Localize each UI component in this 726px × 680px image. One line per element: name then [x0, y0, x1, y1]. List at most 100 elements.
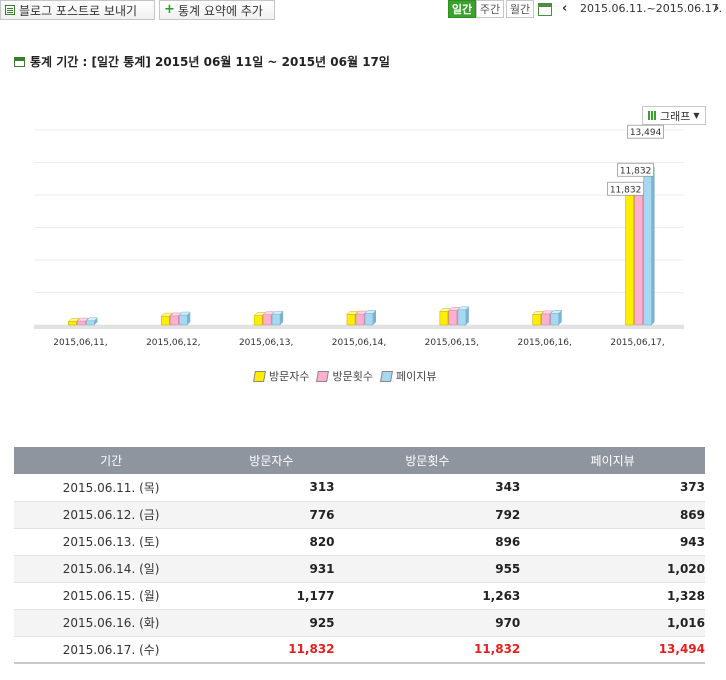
cell-visits: 970 [334, 609, 521, 637]
document-icon [5, 5, 15, 15]
bar [178, 311, 191, 326]
bar-front [160, 315, 170, 326]
stats-table: 기간 방문자수 방문횟수 페이지뷰 2015.06.11. (목) 313 343 3… [14, 447, 705, 664]
chart-floor [34, 325, 684, 329]
table-row: 2015.06.16. (화) 925 970 1,016 [14, 609, 705, 637]
x-tick-label: 2015,06,16, [518, 338, 572, 348]
bar-front [541, 313, 551, 326]
bar-side [651, 167, 655, 325]
toolbar: 블로그 포스트로 보내기 + 통계 요약에 추가 일간 주간 월간 ‹ 2015… [0, 0, 726, 22]
header-visitors: 방문자수 [208, 447, 335, 474]
bar-front [364, 313, 374, 326]
bar-front [457, 309, 467, 326]
bar-front [550, 313, 560, 326]
x-tick-label: 2015,06,12, [146, 338, 200, 348]
cell-visitors: 820 [208, 528, 335, 556]
calendar-icon[interactable] [538, 3, 552, 16]
table-row: 2015.06.11. (목) 313 343 373 [14, 474, 705, 502]
cell-visitors: 11,832 [208, 636, 335, 664]
header-pageviews: 페이지뷰 [520, 447, 705, 474]
cell-pageviews: 1,328 [520, 582, 705, 610]
bar-front [439, 311, 449, 326]
cell-pageviews: 1,016 [520, 609, 705, 637]
cell-date: 2015.06.14. (일) [14, 555, 209, 583]
send-to-blog-button[interactable]: 블로그 포스트로 보내기 [0, 0, 155, 20]
bar-front [253, 315, 263, 326]
bar-front [625, 188, 634, 326]
bar [271, 310, 284, 326]
bar [85, 317, 99, 326]
tab-monthly[interactable]: 월간 [506, 0, 534, 18]
bar-front [68, 321, 77, 326]
cell-visitors: 313 [208, 474, 335, 502]
cell-date: 2015.06.17. (수) [14, 636, 209, 664]
cell-visitors: 925 [208, 609, 335, 637]
legend-item-visits: 방문횟수 [316, 368, 373, 384]
x-tick-label: 2015,06,14, [332, 338, 386, 348]
tab-daily[interactable]: 일간 [448, 0, 476, 18]
x-tick-label: 2015,06,15, [425, 338, 479, 348]
cell-visits: 343 [334, 474, 521, 502]
stat-period-title: 통계 기간 : [일간 통계] 2015년 06월 11일 ~ 2015년 06… [14, 53, 390, 70]
bar-front [346, 314, 356, 326]
stat-period-text: 통계 기간 : [일간 통계] 2015년 06월 11일 ~ 2015년 06… [30, 55, 390, 69]
cell-visits: 1,263 [334, 582, 521, 610]
bar-front [271, 313, 281, 326]
cell-visits: 955 [334, 555, 521, 583]
legend-label-visitors: 방문자수 [269, 370, 310, 383]
legend-swatch-pageviews [379, 370, 393, 382]
legend-swatch-visits [316, 370, 330, 382]
bar-front [532, 314, 542, 326]
add-to-summary-label: 통계 요약에 추가 [178, 3, 263, 18]
legend-item-pageviews: 페이지뷰 [379, 368, 437, 384]
date-range-label: 2015.06.11.~2015.06.17. [580, 2, 723, 15]
data-label: 11,832 [620, 166, 652, 176]
table-header-row: 기간 방문자수 방문횟수 페이지뷰 [14, 447, 705, 474]
table-row: 2015.06.17. (수) 11,832 11,832 13,494 [14, 636, 705, 664]
bar-front [77, 320, 86, 326]
bar-front [86, 320, 95, 326]
x-tick-label: 2015,06,17, [610, 338, 664, 348]
bar [457, 306, 470, 326]
legend-item-visitors: 방문자수 [253, 368, 310, 384]
prev-period-arrow[interactable]: ‹ [562, 1, 567, 16]
cell-visits: 11,832 [334, 636, 521, 664]
add-to-summary-button[interactable]: + 통계 요약에 추가 [159, 0, 275, 20]
cell-pageviews: 943 [520, 528, 705, 556]
cell-visitors: 776 [208, 501, 335, 529]
cell-visits: 896 [334, 528, 521, 556]
send-to-blog-label: 블로그 포스트로 보내기 [19, 3, 138, 18]
cell-visits: 792 [334, 501, 521, 529]
data-label: 11,832 [610, 185, 642, 195]
bar-front [643, 169, 652, 326]
cell-visitors: 931 [208, 555, 335, 583]
legend-swatch-visitors [253, 370, 266, 382]
legend-label-visits: 방문횟수 [332, 370, 373, 383]
bar-front [262, 314, 272, 326]
bar [642, 166, 656, 326]
next-period-arrow[interactable]: › [714, 1, 719, 16]
bar-front [448, 310, 458, 326]
cell-pageviews: 13,494 [520, 636, 705, 664]
cell-date: 2015.06.13. (토) [14, 528, 209, 556]
cell-date: 2015.06.15. (월) [14, 582, 209, 610]
table-icon [14, 56, 25, 67]
tab-weekly[interactable]: 주간 [476, 0, 504, 18]
table-row: 2015.06.14. (일) 931 955 1,020 [14, 555, 705, 583]
bar-front [178, 314, 188, 326]
header-period: 기간 [14, 447, 209, 474]
cell-pageviews: 1,020 [520, 555, 705, 583]
legend-label-pageviews: 페이지뷰 [395, 370, 437, 383]
cell-visitors: 1,177 [208, 582, 335, 610]
table-row: 2015.06.15. (월) 1,177 1,263 1,328 [14, 582, 705, 610]
table-row: 2015.06.13. (토) 820 896 943 [14, 528, 705, 556]
bar-front [169, 315, 179, 326]
bar [364, 310, 377, 326]
table-row: 2015.06.12. (금) 776 792 869 [14, 501, 705, 529]
cell-date: 2015.06.12. (금) [14, 501, 209, 529]
bar-front [355, 313, 365, 326]
data-label: 13,494 [630, 128, 662, 138]
cell-date: 2015.06.11. (목) [14, 474, 209, 502]
cell-pageviews: 869 [520, 501, 705, 529]
chart-area: 그래프 ▼ 2015,06,11, 2015,06,12, 2015,06,13, 2… [0, 100, 726, 400]
